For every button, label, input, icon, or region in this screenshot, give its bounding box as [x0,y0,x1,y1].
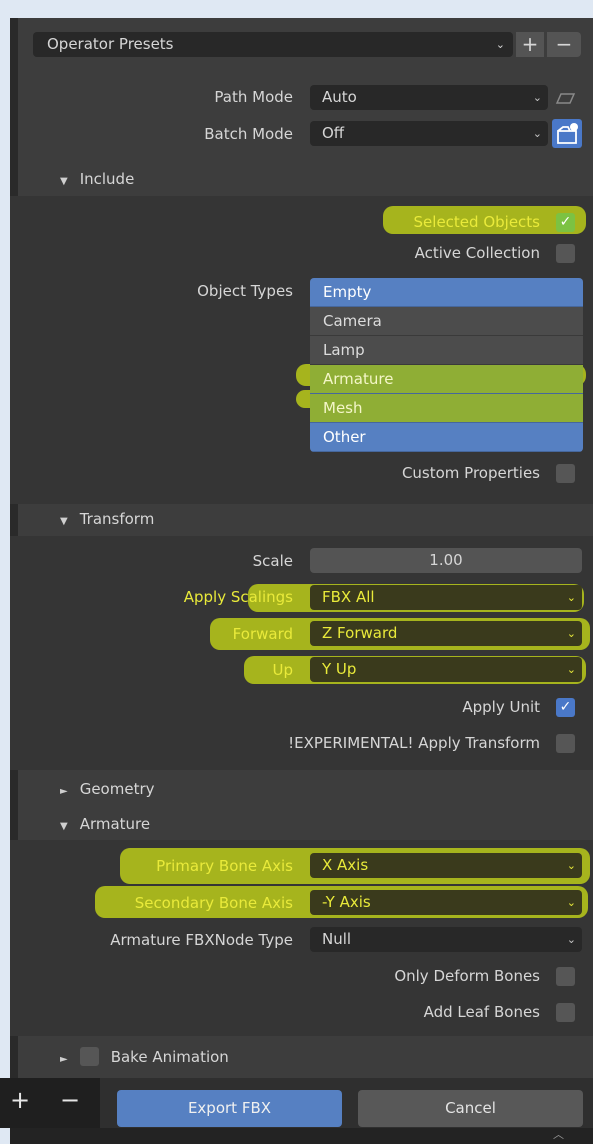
forward-dropdown[interactable]: Z Forward ⌄ [310,621,582,646]
custom-properties-label: Custom Properties [401,464,540,482]
scale-field[interactable]: 1.00 [310,548,582,573]
add-preset-button[interactable]: + [516,32,544,57]
bake-animation-label: Bake Animation [110,1048,229,1066]
operator-presets-label: Operator Presets [47,35,174,53]
apply-unit-label: Apply Unit [462,698,540,716]
chevron-down-icon: ⌄ [566,933,576,946]
add-leaf-bones-label: Add Leaf Bones [423,1003,540,1021]
object-type-armature[interactable]: Armature [310,365,583,394]
footer-add-button[interactable]: + [10,1085,30,1115]
cancel-button[interactable]: Cancel [358,1090,583,1127]
bottom-strip [10,1128,593,1144]
cancel-label: Cancel [445,1099,496,1117]
forward-label: Forward [232,625,293,643]
path-mode-label: Path Mode [214,88,293,106]
triangle-down-icon: ▼ [60,821,68,832]
object-type-empty[interactable]: Empty [310,278,583,307]
primary-bone-axis-value: X Axis [322,856,369,874]
apply-unit-checkbox[interactable]: ✓ [556,698,575,717]
triangle-down-icon: ▼ [60,176,68,187]
operator-presets-dropdown[interactable]: Operator Presets ⌄ [33,32,513,57]
bake-animation-checkbox[interactable] [79,1047,99,1066]
triangle-right-icon: ► [60,1054,68,1065]
apply-scalings-label: Apply Scalings [183,588,293,606]
forward-value: Z Forward [322,624,398,642]
apply-transform-label: !EXPERIMENTAL! Apply Transform [288,734,540,752]
geometry-header-label: Geometry [79,780,155,798]
chevron-down-icon: ⌄ [566,859,576,872]
chevron-down-icon: ⌄ [495,38,505,51]
path-mode-value: Auto [322,88,357,106]
secondary-bone-axis-value: -Y Axis [322,893,371,911]
chevron-down-icon: ⌄ [566,591,576,604]
custom-properties-checkbox[interactable] [556,464,575,483]
checkmark-icon: ✓ [559,699,572,715]
active-collection-checkbox[interactable] [556,244,575,263]
object-types-label: Object Types [197,282,293,300]
transform-header[interactable]: ▼ Transform [60,509,154,532]
chevron-down-icon: ⌄ [566,627,576,640]
object-type-other[interactable]: Other [310,423,583,452]
include-header-label: Include [79,170,135,188]
only-deform-bones-label: Only Deform Bones [394,967,540,985]
primary-bone-axis-dropdown[interactable]: X Axis ⌄ [310,853,582,878]
scale-value: 1.00 [429,551,463,569]
active-collection-label: Active Collection [414,244,540,262]
checkmark-icon: ✓ [559,214,572,230]
export-fbx-label: Export FBX [187,1099,272,1117]
armature-header[interactable]: ▼ Armature [60,814,150,837]
armature-node-type-dropdown[interactable]: Null ⌄ [310,927,582,952]
path-mode-dropdown[interactable]: Auto ⌄ [310,85,548,110]
chevron-up-icon[interactable]: ︿ [553,1128,564,1142]
only-deform-bones-checkbox[interactable] [556,967,575,986]
chevron-down-icon: ⌄ [566,896,576,909]
object-types-list: Empty Camera Lamp Armature Mesh Other [310,278,583,452]
add-leaf-bones-checkbox[interactable] [556,1003,575,1022]
scale-label: Scale [252,552,293,570]
up-dropdown[interactable]: Y Up ⌄ [310,657,582,682]
chevron-down-icon: ⌄ [532,127,542,140]
triangle-right-icon: ► [60,786,68,797]
bake-animation-header[interactable]: ► Bake Animation [60,1047,229,1070]
primary-bone-axis-label: Primary Bone Axis [156,857,293,875]
triangle-down-icon: ▼ [60,516,68,527]
object-type-mesh[interactable]: Mesh [310,394,583,423]
selected-objects-checkbox[interactable]: ✓ [556,213,575,232]
batch-mode-value: Off [322,124,345,142]
secondary-bone-axis-dropdown[interactable]: -Y Axis ⌄ [310,890,582,915]
apply-scalings-value: FBX All [322,588,375,606]
transform-header-label: Transform [79,510,155,528]
embed-textures-icon[interactable] [553,89,577,107]
object-type-lamp[interactable]: Lamp [310,336,583,365]
include-header[interactable]: ▼ Include [60,169,134,192]
armature-header-label: Armature [79,815,151,833]
batch-own-dir-icon[interactable] [552,119,582,148]
batch-mode-dropdown[interactable]: Off ⌄ [310,121,548,146]
footer-remove-button[interactable]: − [60,1085,80,1115]
geometry-header[interactable]: ► Geometry [60,779,155,802]
up-value: Y Up [322,660,357,678]
apply-scalings-dropdown[interactable]: FBX All ⌄ [310,585,582,610]
armature-node-type-value: Null [322,930,352,948]
remove-preset-button[interactable]: − [547,32,581,57]
secondary-bone-axis-label: Secondary Bone Axis [134,894,293,912]
object-type-camera[interactable]: Camera [310,307,583,336]
selected-objects-label: Selected Objects [413,213,540,231]
chevron-down-icon: ⌄ [532,91,542,104]
chevron-down-icon: ⌄ [566,663,576,676]
apply-transform-checkbox[interactable] [556,734,575,753]
batch-mode-label: Batch Mode [204,125,293,143]
armature-node-type-label: Armature FBXNode Type [110,931,293,949]
export-fbx-button[interactable]: Export FBX [117,1090,342,1127]
up-label: Up [272,661,293,679]
